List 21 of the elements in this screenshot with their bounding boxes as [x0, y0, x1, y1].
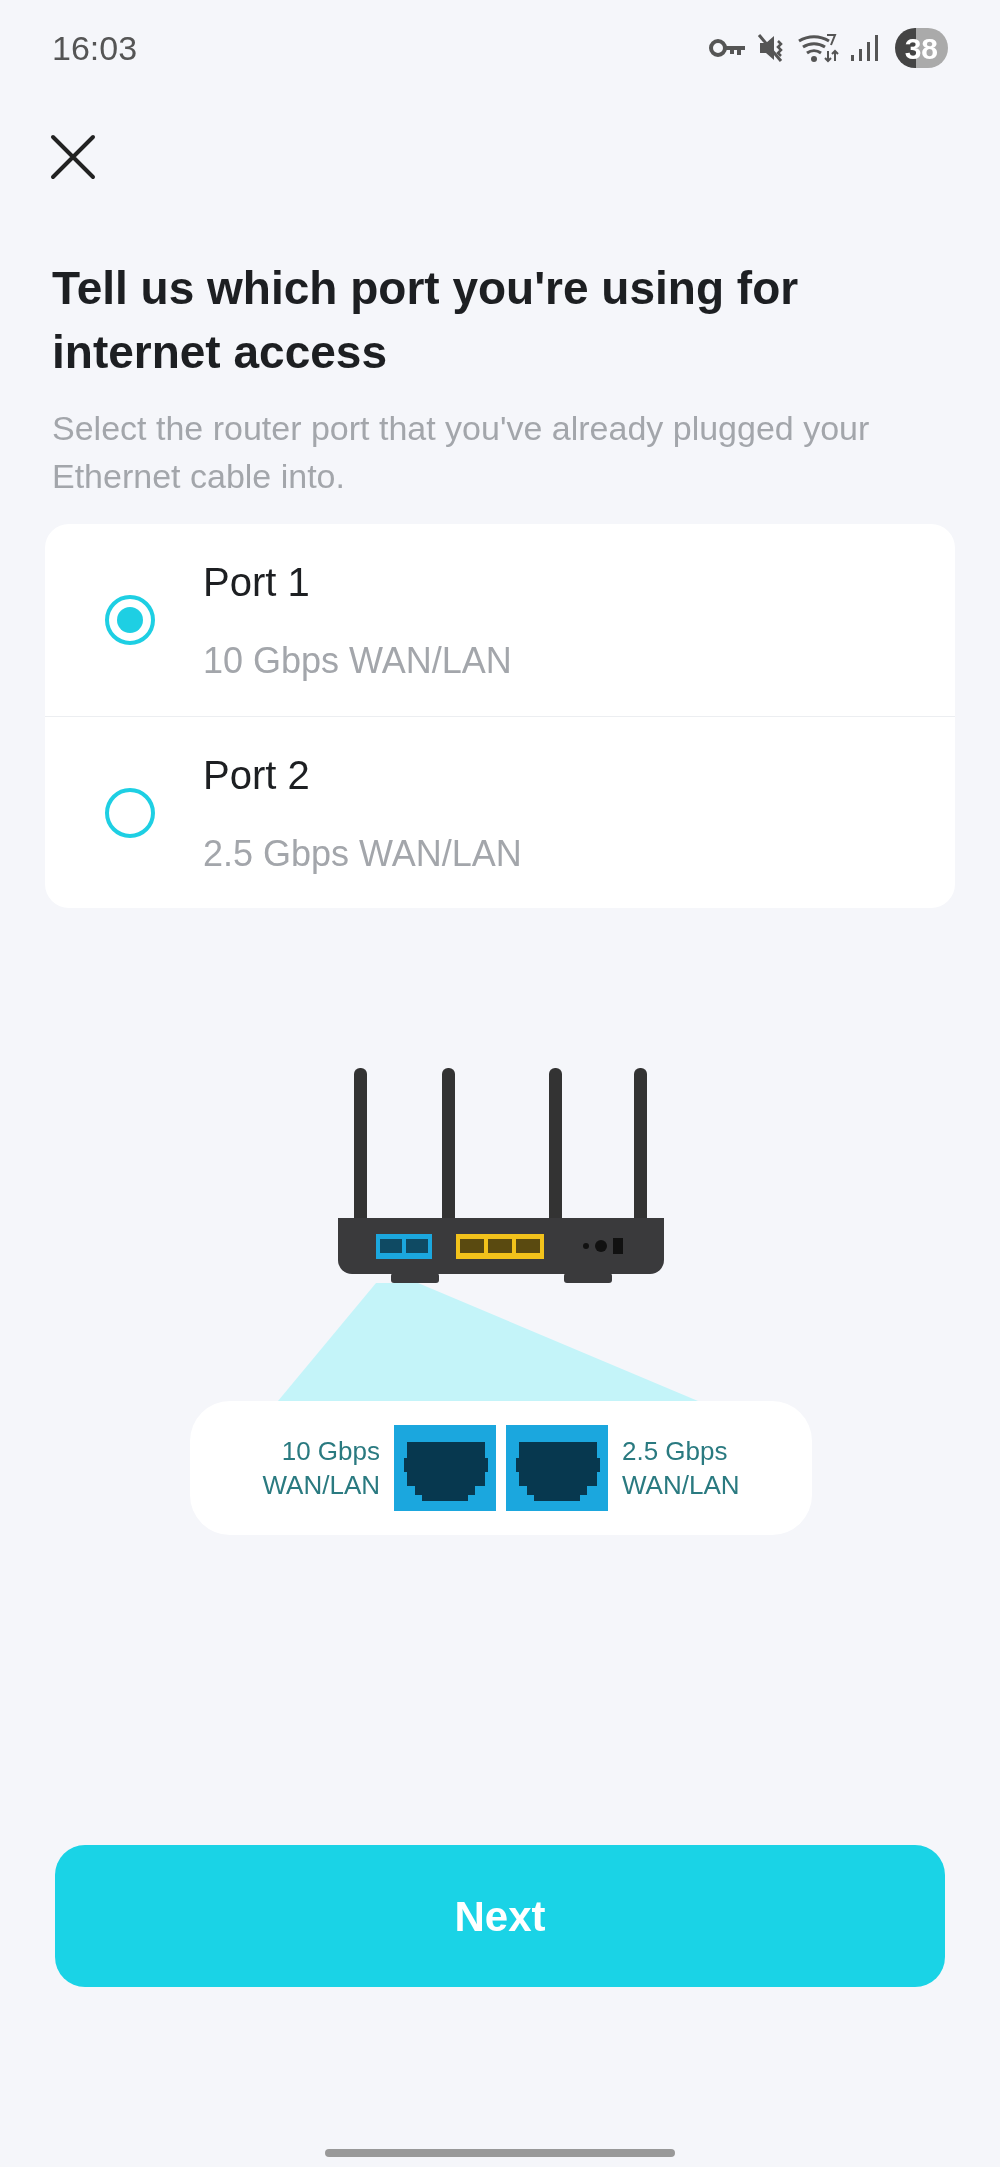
port-label: Port 2 [203, 751, 311, 799]
status-time: 16:03 [52, 27, 138, 69]
key-icon [708, 37, 747, 59]
ethernet-port-icon [506, 1425, 608, 1511]
port-option[interactable]: Port 1 10 Gbps WAN/LAN [45, 524, 955, 716]
port-detail: 10 Gbps WAN/LAN [203, 639, 512, 683]
home-indicator[interactable] [325, 2149, 675, 2157]
close-icon [50, 134, 96, 180]
radio-button[interactable] [105, 787, 155, 838]
page-subtitle: Select the router port that you've already plugged your Ethernet cable into. [52, 408, 871, 497]
radio-button[interactable] [105, 595, 155, 645]
close-button[interactable] [48, 132, 98, 182]
port-speed-label: 10 Gbps WAN/LAN [262, 1435, 380, 1502]
port-detail: 2.5 Gbps WAN/LAN [203, 831, 522, 876]
wifi-icon [796, 31, 839, 65]
port-label: Port 1 [203, 559, 311, 606]
ethernet-port-icon [394, 1425, 496, 1511]
page-title: Tell us which port you're using for internet access [52, 261, 800, 380]
port-speed-label: 2.5 Gbps WAN/LAN [622, 1435, 740, 1502]
signal-icon [848, 33, 879, 63]
port-option[interactable]: Port 2 2.5 Gbps WAN/LAN [45, 716, 955, 908]
